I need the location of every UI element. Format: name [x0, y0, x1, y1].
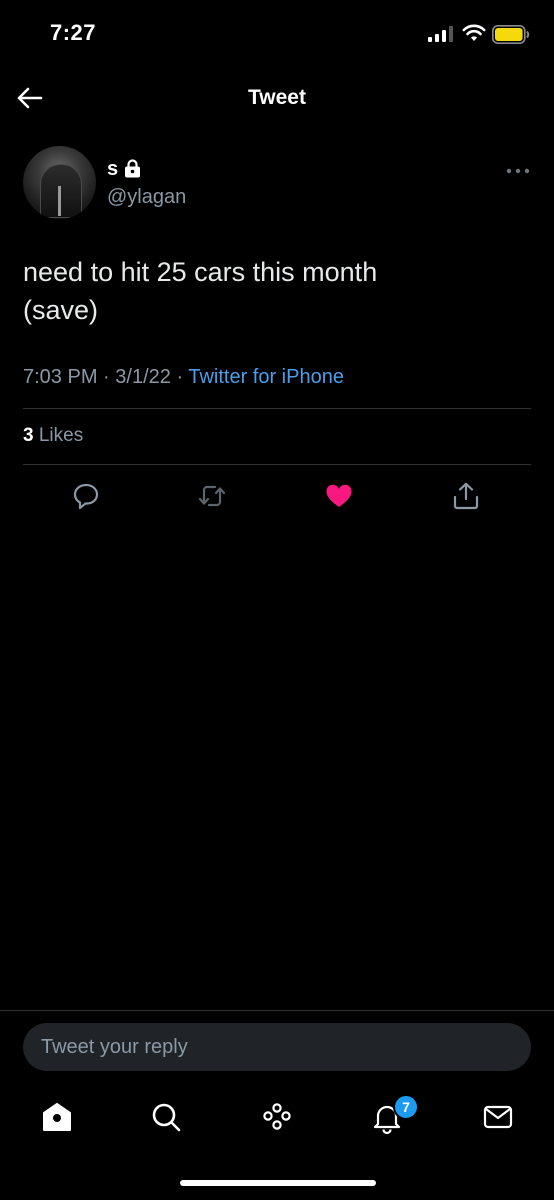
reply-input[interactable] [23, 1023, 531, 1071]
like-icon[interactable] [325, 481, 353, 511]
retweet-icon[interactable] [198, 481, 226, 511]
cellular-signal-icon [428, 26, 453, 42]
spaces-icon[interactable] [260, 1100, 294, 1134]
reply-icon[interactable] [72, 481, 100, 511]
more-options-icon[interactable] [505, 167, 531, 175]
author-username[interactable]: @ylagan [107, 186, 186, 209]
home-indicator[interactable] [180, 1180, 376, 1186]
tweet-time[interactable]: 7:03 PM [23, 366, 97, 388]
status-time: 7:27 [50, 20, 97, 45]
tweet-date[interactable]: 3/1/22 [115, 366, 171, 388]
search-icon[interactable] [149, 1100, 183, 1134]
home-icon[interactable] [40, 1100, 74, 1134]
battery-icon [492, 25, 530, 44]
meta-separator: · [176, 366, 184, 388]
tweet-text: need to hit 25 cars this month (save) [23, 253, 523, 329]
reply-field[interactable] [23, 1023, 531, 1071]
avatar-hood [40, 164, 82, 218]
divider [0, 1010, 554, 1011]
likes-stat[interactable]: 3 Likes [23, 425, 83, 447]
avatar[interactable] [23, 146, 96, 219]
lock-icon [125, 159, 140, 178]
page-title: Tweet [248, 86, 306, 109]
tweet-text-line-1: need to hit 25 cars this month [23, 257, 378, 287]
likes-count: 3 [23, 425, 34, 446]
tweet-meta: 7:03 PM · 3/1/22 · Twitter for iPhone [23, 366, 344, 389]
meta-separator: · [103, 366, 110, 388]
avatar-zipper [58, 186, 61, 216]
messages-icon[interactable] [481, 1100, 515, 1134]
divider [23, 464, 531, 465]
divider [23, 408, 531, 409]
likes-label: Likes [38, 425, 84, 446]
tweet-text-line-2: (save) [23, 295, 99, 325]
notifications-badge: 7 [393, 1094, 419, 1120]
wifi-icon [462, 24, 486, 41]
share-icon[interactable] [452, 481, 480, 511]
author-display-name[interactable]: s [107, 158, 118, 181]
tweet-source-link[interactable]: Twitter for iPhone [188, 366, 344, 388]
